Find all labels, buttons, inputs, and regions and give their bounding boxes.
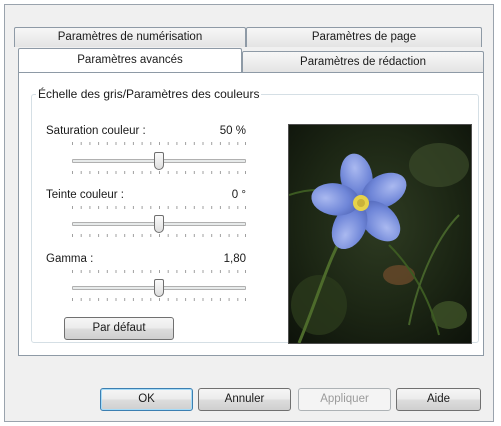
reset-default-button[interactable]: Par défaut [64, 317, 174, 340]
hue-ticks [72, 206, 246, 209]
gamma-ticks-bottom [72, 298, 246, 301]
saturation-label: Saturation couleur : [46, 125, 146, 137]
gamma-label: Gamma : [46, 253, 94, 265]
tab-scan-settings[interactable]: Paramètres de numérisation [14, 27, 246, 47]
tab-redaction-settings[interactable]: Paramètres de rédaction [242, 51, 484, 72]
saturation-value: 50 % [219, 125, 246, 137]
hue-ticks-bottom [72, 234, 246, 237]
scanner-settings-dialog: Paramètres de numérisation Paramètres de… [4, 4, 494, 422]
gamma-slider-thumb[interactable] [154, 279, 164, 297]
hue-slider-thumb[interactable] [154, 215, 164, 233]
saturation-ticks [72, 142, 246, 145]
cancel-button[interactable]: Annuler [198, 388, 291, 411]
hue-value: 0 ° [231, 189, 246, 201]
group-title: Échelle des gris/Paramètres des couleurs [38, 87, 260, 101]
ok-button[interactable]: OK [100, 388, 193, 411]
tab-label: Paramètres de numérisation [57, 31, 203, 43]
apply-button[interactable]: Appliquer [298, 388, 391, 411]
hue-label: Teinte couleur : [46, 189, 124, 201]
color-settings-group: Échelle des gris/Paramètres des couleurs… [31, 87, 479, 344]
tab-label: Paramètres avancés [77, 54, 183, 66]
tab-label: Paramètres de page [311, 31, 417, 43]
color-preview-image [288, 124, 472, 344]
tab-page-settings[interactable]: Paramètres de page [246, 27, 482, 47]
saturation-slider-thumb[interactable] [154, 152, 164, 170]
tab-panel-advanced: Échelle des gris/Paramètres des couleurs… [18, 72, 484, 356]
flower-image [289, 125, 471, 343]
saturation-ticks-bottom [72, 171, 246, 174]
tab-label: Paramètres de rédaction [300, 56, 426, 68]
help-button[interactable]: Aide [396, 388, 481, 411]
gamma-ticks [72, 270, 246, 273]
gamma-value: 1,80 [223, 253, 246, 265]
tab-advanced-settings[interactable]: Paramètres avancés [18, 48, 242, 72]
